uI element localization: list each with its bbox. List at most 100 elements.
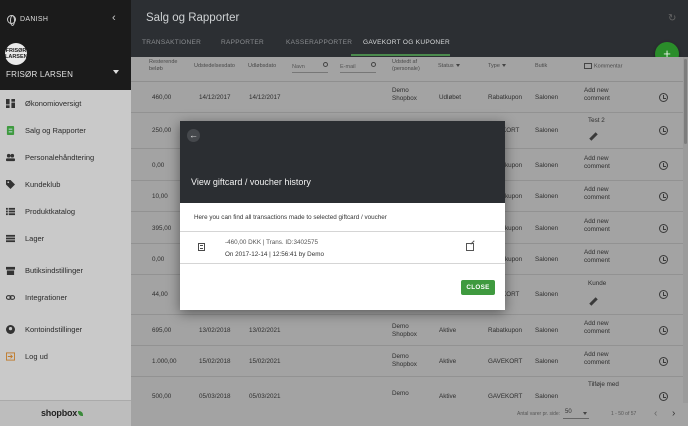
back-arrow-icon[interactable]: ← [187, 129, 200, 142]
sidebar-item-personalehandtering[interactable]: Personalehåndtering [0, 148, 131, 166]
sidebar-item-kontoindstillinger[interactable]: Kontoindstillinger [0, 320, 131, 338]
list-icon [6, 207, 15, 215]
shop: Salonen [535, 94, 559, 101]
history-icon[interactable] [659, 93, 668, 102]
sidebar-item-integrationer[interactable]: Integrationer [0, 288, 131, 306]
history-dialog: ← View giftcard / voucher history Here y… [180, 121, 505, 310]
table-row[interactable]: 460,00 14/12/2017 14/12/2017 Demo Shopbo… [131, 82, 688, 113]
tab-kasserapporter[interactable]: KASSERAPPORTER [286, 39, 352, 46]
edit-icon[interactable] [589, 297, 598, 306]
col-issued-by[interactable]: Udstedt af (personale) [392, 59, 424, 73]
remaining-amount: 695,00 [152, 327, 172, 334]
scrollbar-thumb[interactable] [684, 59, 687, 144]
comment[interactable]: Add new comment [584, 249, 620, 265]
col-issued[interactable]: Udstedelsesdato [194, 63, 235, 70]
shop: Salonen [535, 327, 559, 334]
open-in-new-icon[interactable] [466, 243, 474, 251]
email-filter-input[interactable]: E-mail [340, 61, 376, 73]
search-icon[interactable] [323, 62, 328, 67]
chevron-down-icon[interactable] [113, 70, 119, 74]
chevron-down-icon [583, 412, 587, 415]
sidebar-item-salg-og-rapporter[interactable]: Salg og Rapporter [0, 121, 131, 139]
sidebar-item-log-ud[interactable]: Log ud [0, 347, 131, 365]
history-icon[interactable] [659, 224, 668, 233]
table-row[interactable]: 695,00 13/02/2018 13/02/2021 Demo Shopbo… [131, 315, 688, 346]
col-expiry[interactable]: Udløbsdato [248, 63, 276, 70]
expiry-date: 13/02/2021 [249, 327, 281, 334]
table-header: Resterende beløb Udstedelsesdato Udløbsd… [131, 57, 688, 82]
dialog-title: View giftcard / voucher history [191, 177, 311, 187]
history-icon[interactable] [659, 255, 668, 264]
history-icon[interactable] [659, 192, 668, 201]
people-icon [6, 153, 15, 161]
transaction-item: -460,00 DKK | Trans. ID:3402575 On 2017-… [180, 231, 505, 264]
col-comment: Kommentar [584, 63, 622, 70]
comment[interactable]: Kunde [588, 280, 606, 288]
sidebar-item-label: Salg og Rapporter [25, 125, 86, 135]
table-row[interactable]: 1.000,00 15/02/2018 15/02/2021 Demo Shop… [131, 346, 688, 377]
dialog-description: Here you can find all transactions made … [194, 214, 387, 221]
sidebar-item-lager[interactable]: Lager [0, 229, 131, 247]
issued-date: 13/02/2018 [199, 327, 231, 334]
receipt-icon [198, 243, 205, 251]
user-name[interactable]: FRISØR LARSEN [6, 70, 73, 79]
comment[interactable]: Test 2 [588, 117, 605, 125]
scrollbar[interactable] [683, 57, 688, 403]
comment[interactable]: Add new comment [584, 186, 620, 202]
shop: Salonen [535, 225, 559, 232]
comment[interactable]: Add new comment [584, 155, 620, 171]
comment[interactable]: Add new comment [584, 320, 620, 336]
search-icon[interactable] [371, 62, 376, 67]
sidebar-item-label: Log ud [25, 351, 48, 361]
sidebar-item-kundeklub[interactable]: Kundeklub [0, 175, 131, 193]
history-icon[interactable] [659, 357, 668, 366]
tab-rapporter[interactable]: RAPPORTER [221, 39, 264, 46]
remaining-amount: 460,00 [152, 94, 172, 101]
expiry-date: 15/02/2021 [249, 358, 281, 365]
remaining-amount: 44,00 [152, 291, 168, 298]
col-type[interactable]: Type [488, 63, 506, 70]
sidebar-footer: shopbox [0, 400, 131, 426]
remaining-amount: 0,00 [152, 162, 165, 169]
per-page-select[interactable]: 50 [563, 409, 589, 419]
history-icon[interactable] [659, 126, 668, 135]
tab-transaktioner[interactable]: TRANSAKTIONER [142, 39, 201, 46]
issued-date: 05/03/2018 [199, 393, 231, 400]
type: GAVEKORT [488, 358, 523, 365]
comment[interactable]: Add new comment [584, 218, 620, 234]
remaining-amount: 250,00 [152, 127, 172, 134]
name-filter-input[interactable]: Navn [292, 61, 328, 73]
sidebar-item-butiksindstillinger[interactable]: Butiksindstillinger [0, 261, 131, 279]
col-status[interactable]: Status [438, 63, 460, 70]
tab-gavekort-og-kuponer[interactable]: GAVEKORT OG KUPONER [363, 39, 450, 46]
collapse-sidebar-icon[interactable]: ‹ [112, 12, 116, 24]
history-icon[interactable] [659, 392, 668, 401]
page-range: 1 - 50 of 57 [611, 411, 637, 417]
history-icon[interactable] [659, 326, 668, 335]
col-status-label: Status [438, 63, 454, 69]
col-remaining[interactable]: Resterende beløb [149, 59, 179, 73]
history-icon[interactable] [659, 290, 668, 299]
history-icon[interactable] [659, 161, 668, 170]
close-button[interactable]: CLOSE [461, 280, 495, 295]
type: kupon [505, 256, 523, 263]
next-page-button[interactable]: › [672, 408, 675, 419]
comment[interactable]: Tilføje med [588, 381, 619, 389]
edit-icon[interactable] [589, 132, 598, 141]
language-selector[interactable]: DANISH [7, 13, 48, 26]
remaining-amount: 395,00 [152, 225, 172, 232]
issued-date: 15/02/2018 [199, 358, 231, 365]
comment[interactable]: Add new comment [584, 351, 620, 367]
store-icon [6, 266, 15, 275]
table-row[interactable]: 500,00 05/03/2018 05/03/2021 Demo Aktive… [131, 377, 688, 403]
issued-by: Demo [392, 390, 409, 397]
leaf-icon [78, 411, 84, 416]
sidebar-item-okonomioversigt[interactable]: Økonomioversigt [0, 94, 131, 112]
refresh-icon[interactable]: ↻ [668, 13, 676, 24]
logo-text: shopbox [41, 408, 78, 418]
comment[interactable]: Add new comment [584, 87, 620, 103]
prev-page-button[interactable]: ‹ [654, 408, 657, 419]
comment-icon [584, 63, 592, 69]
sidebar-item-produktkatalog[interactable]: Produktkatalog [0, 202, 131, 220]
account-icon [6, 324, 15, 334]
